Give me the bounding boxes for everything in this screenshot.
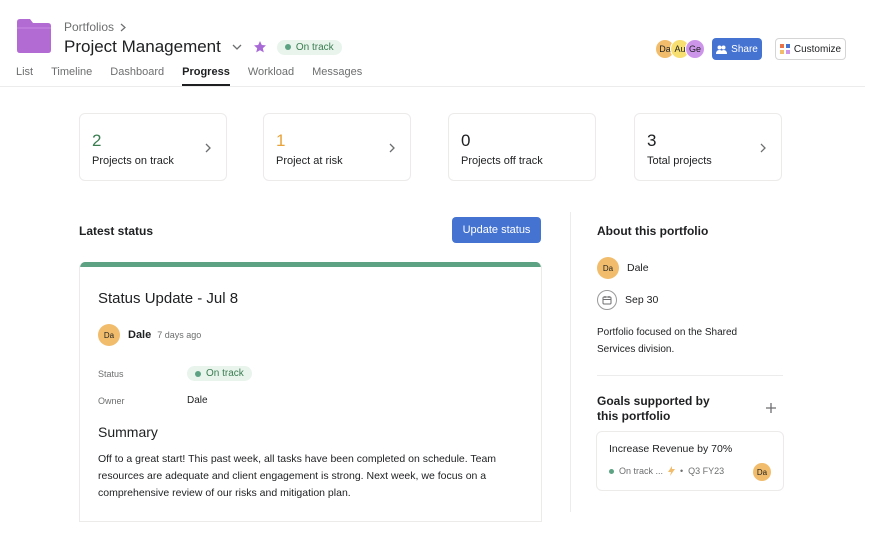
portfolio-owner[interactable]: Da Dale [597,257,649,279]
tab-messages[interactable]: Messages [312,66,362,86]
update-status-button[interactable]: Update status [452,217,541,243]
status-badge: On track [187,366,252,381]
status-update-title: Status Update - Jul 8 [98,290,239,307]
stat-card-off-track[interactable]: 0 Projects off track [448,113,596,181]
grid-icon [779,44,790,54]
stat-label: Projects off track [461,155,543,167]
avatar[interactable]: Ge [685,39,705,59]
calendar-icon [597,290,617,310]
status-badge-label: On track [295,41,334,53]
chevron-right-icon [205,143,211,153]
header-divider [0,86,865,87]
due-date: Sep 30 [625,294,659,306]
chevron-down-icon[interactable] [231,41,243,53]
timestamp: 7 days ago [157,330,202,340]
tab-workload[interactable]: Workload [248,66,294,86]
share-button-label: Share [731,43,758,55]
stat-label: Total projects [647,155,712,167]
customize-button-label: Customize [793,43,842,55]
goal-name: Increase Revenue by 70% [609,443,733,455]
tab-dashboard[interactable]: Dashboard [110,66,164,86]
status-color-bar [80,262,541,267]
portfolio-description[interactable]: Portfolio focused on the Shared Services… [597,324,767,358]
avatar[interactable]: Da [98,324,120,346]
lightning-icon [668,466,676,476]
stat-value: 1 [276,131,286,150]
status-dot-icon [284,44,291,50]
chevron-right-icon [389,143,395,153]
summary-heading: Summary [98,424,158,440]
owner-name: Dale [627,262,649,274]
breadcrumb-portfolios[interactable]: Portfolios [64,20,114,34]
stat-label: Project at risk [276,155,343,167]
share-button[interactable]: Share [712,38,762,60]
summary-text: Off to a great start! This past week, al… [98,453,497,499]
goals-heading: Goals supported by this portfolio [597,394,710,423]
tab-timeline[interactable]: Timeline [51,66,92,86]
tab-list[interactable]: List [16,66,33,86]
goal-card[interactable]: Increase Revenue by 70% On track ... • Q… [596,431,784,491]
member-avatars[interactable]: Da Au Ge [655,39,705,59]
goal-status: On track ... [619,466,664,476]
goal-period: Q3 FY23 [688,466,725,476]
status-field-label: Status [98,369,124,379]
tab-bar: List Timeline Dashboard Progress Workloa… [16,66,362,86]
portfolio-due-date[interactable]: Sep 30 [597,290,658,310]
star-icon[interactable] [253,40,267,54]
portfolio-folder-icon [17,19,51,53]
avatar: Da [597,257,619,279]
column-divider [570,212,571,512]
customize-button[interactable]: Customize [775,38,846,60]
stat-value: 2 [92,131,102,150]
tab-progress[interactable]: Progress [182,66,230,86]
stat-card-total[interactable]: 3 Total projects [634,113,782,181]
title-row: Project Management On track [64,37,342,57]
bullet-separator: • [680,466,684,476]
avatar[interactable]: Da [753,463,771,481]
owner-field-label: Owner [98,396,125,406]
status-update-card[interactable]: Status Update - Jul 8 Da Dale 7 days ago… [79,262,542,522]
chevron-right-icon [120,23,126,31]
about-divider [597,375,783,376]
status-field-value: On track [187,366,252,381]
stat-card-at-risk[interactable]: 1 Project at risk [263,113,411,181]
stat-card-on-track[interactable]: 2 Projects on track [79,113,227,181]
author-row: Da Dale 7 days ago [98,324,201,346]
page-title[interactable]: Project Management [64,37,221,57]
owner-field-value: Dale [187,395,208,406]
goal-meta: On track ... • Q3 FY23 [609,466,724,476]
plus-icon[interactable] [765,402,777,414]
stat-label: Projects on track [92,155,174,167]
status-badge[interactable]: On track [276,39,342,55]
status-dot-icon [195,370,201,377]
status-dot-icon [609,468,614,474]
stat-value: 0 [461,131,471,150]
breadcrumb[interactable]: Portfolios [64,20,126,34]
people-icon [716,45,728,54]
stat-value: 3 [647,131,657,150]
chevron-right-icon [760,143,766,153]
author-name[interactable]: Dale [128,329,151,341]
about-heading: About this portfolio [597,224,709,238]
latest-status-heading: Latest status [79,224,154,238]
status-badge-label: On track [206,368,244,379]
